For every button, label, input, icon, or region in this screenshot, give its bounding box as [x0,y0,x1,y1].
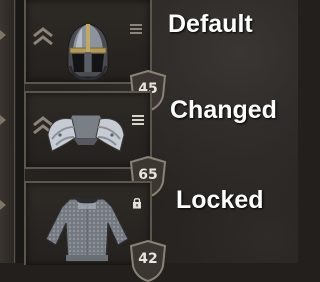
shield-badge-icon: 42 [128,240,168,282]
status-label-changed: Changed [170,96,277,124]
armor-value: 42 [138,251,158,267]
menu-icon[interactable] [130,24,142,34]
shoulder-armor-icon [47,114,125,152]
double-chevron-up-icon[interactable] [31,26,55,46]
status-label-default: Default [168,10,253,38]
helmet-icon [67,23,109,80]
menu-icon[interactable] [132,115,144,125]
chainmail-armor-icon [45,198,129,262]
arrow-right-icon[interactable] [0,30,6,40]
left-scroll-strip[interactable] [0,0,15,263]
padlock-icon[interactable] [132,197,142,209]
arrow-right-icon[interactable] [0,115,6,125]
status-label-locked: Locked [176,186,264,214]
arrow-right-icon[interactable] [0,200,6,210]
